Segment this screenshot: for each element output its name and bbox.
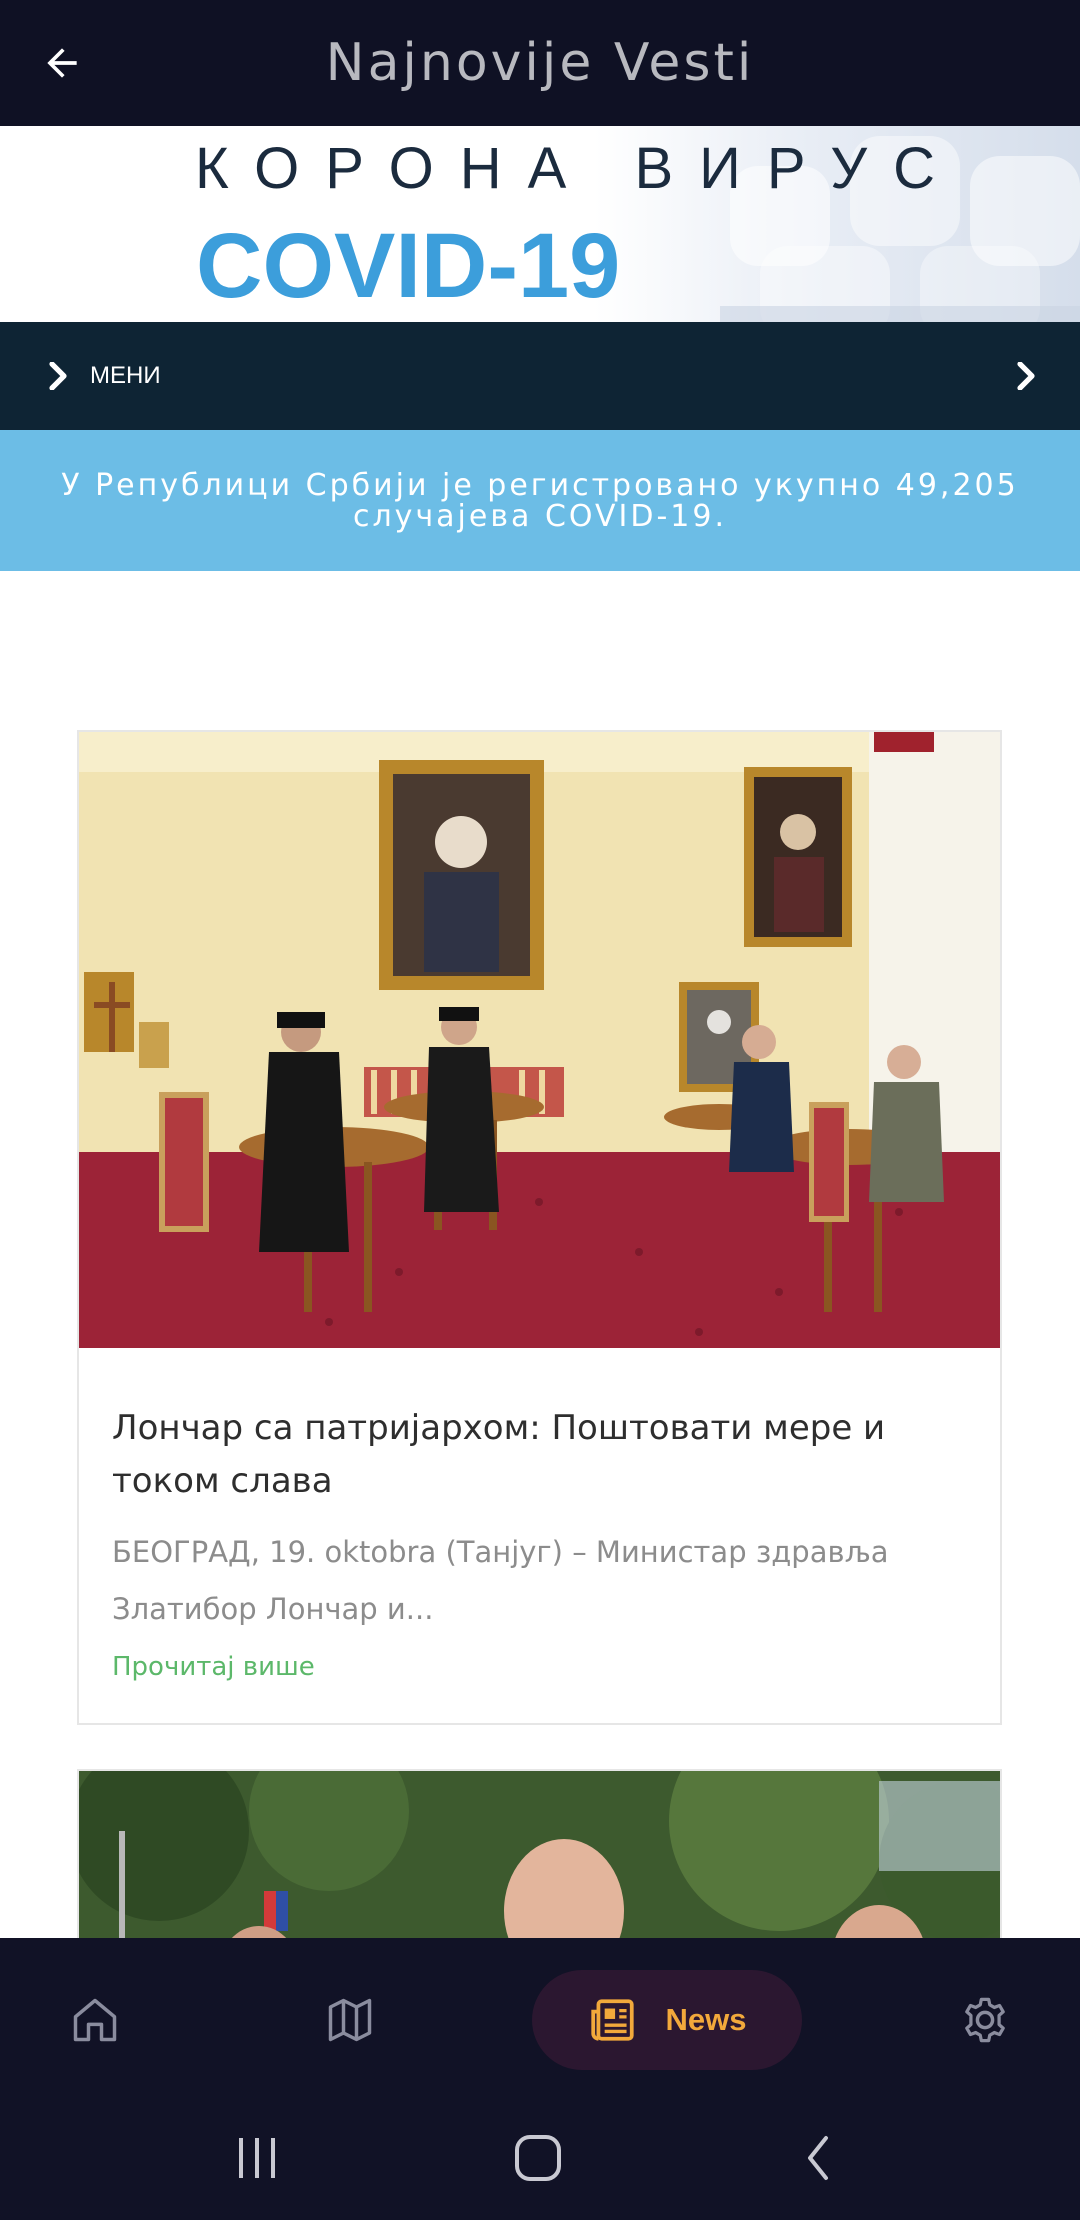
nav-news-label: News <box>665 2002 747 2037</box>
banner-title: COVID-19 <box>196 215 621 317</box>
news-screen: Najnovije Vesti КОРОНА ВИРУС COVID-19 МЕ… <box>0 0 1080 2220</box>
system-back-button[interactable] <box>778 2128 858 2188</box>
chevron-right-icon <box>49 362 67 390</box>
covid-banner: КОРОНА ВИРУС COVID-19 <box>0 126 1080 322</box>
recents-button[interactable] <box>217 2128 297 2188</box>
article-photo[interactable] <box>79 732 1000 1348</box>
article-title[interactable]: Лончар са патријархом: Поштовати мере и … <box>112 1402 972 1508</box>
menu-bar: МЕНИ <box>0 322 1080 430</box>
article-photo-image <box>79 732 1000 1348</box>
read-more-link[interactable]: Прочитај више <box>112 1647 315 1687</box>
app-bar: Najnovije Vesti <box>0 0 1080 126</box>
nav-settings-button[interactable] <box>940 1970 1030 2070</box>
nav-map-button[interactable] <box>305 1970 395 2070</box>
recents-icon <box>239 2138 275 2178</box>
menu-label: МЕНИ <box>90 362 161 389</box>
home-icon <box>73 1998 117 2042</box>
article-excerpt: БЕОГРАД, 19. oktobra (Танјуг) – Министар… <box>112 1535 889 1626</box>
system-home-button[interactable] <box>498 2128 578 2188</box>
case-count-banner: У Републици Србији је регистровано укупн… <box>0 430 1080 571</box>
menu-toggle-button[interactable]: МЕНИ <box>48 322 161 430</box>
nav-news-button[interactable]: News <box>532 1970 802 2070</box>
back-chevron-icon <box>808 2136 828 2180</box>
banner-kicker: КОРОНА ВИРУС <box>195 136 961 201</box>
menu-expand-button[interactable] <box>1002 352 1050 400</box>
map-icon <box>328 1998 372 2042</box>
system-nav-bar <box>0 2098 1080 2220</box>
news-card[interactable]: Лончар са патријархом: Поштовати мере и … <box>77 730 1002 1725</box>
newspaper-icon <box>590 1999 634 2041</box>
home-circle-icon <box>515 2135 561 2181</box>
page-title: Najnovije Vesti <box>325 33 755 93</box>
case-count-text: У Републици Србији је регистровано укупн… <box>61 467 1019 534</box>
gear-icon <box>965 1997 1005 2043</box>
nav-home-button[interactable] <box>50 1970 140 2070</box>
chevron-right-icon <box>1017 362 1035 390</box>
